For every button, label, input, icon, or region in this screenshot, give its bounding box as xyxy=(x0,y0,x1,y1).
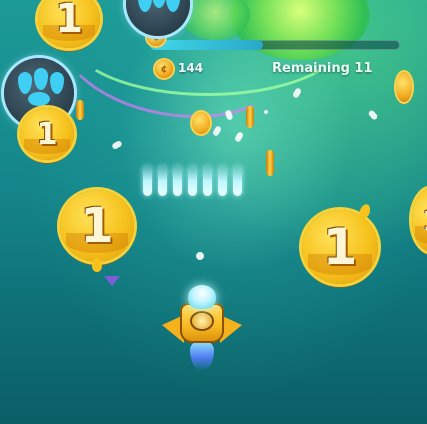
claw-icon xyxy=(18,72,32,94)
engine-flame xyxy=(190,341,214,371)
bullet xyxy=(173,166,182,196)
spark xyxy=(367,109,379,121)
claw-icon xyxy=(28,92,50,106)
level-progress-fill xyxy=(150,40,263,50)
ship-window xyxy=(192,313,212,329)
claw-icon xyxy=(166,0,180,12)
spark xyxy=(211,125,223,137)
game-stage[interactable]: ¢ ¢ 144 Remaining 11 1 1 1 1 1 xyxy=(0,0,427,424)
bullet xyxy=(203,166,212,196)
enemy-hp-label: 1 xyxy=(322,218,358,276)
claw-icon xyxy=(138,0,152,12)
enemy-coin: 1 xyxy=(60,190,134,262)
gold-drip xyxy=(92,258,102,272)
purple-marker xyxy=(104,276,120,286)
enemy-hp-label: 1 xyxy=(422,204,427,237)
enemy-hp-label: 1 xyxy=(55,0,83,42)
claw-icon xyxy=(152,0,166,8)
spark xyxy=(263,109,269,115)
bullet xyxy=(188,166,197,196)
claw-icon xyxy=(34,68,48,90)
coin-count: 144 xyxy=(178,61,204,75)
ship-dome xyxy=(188,285,216,309)
spark xyxy=(233,131,245,143)
enemy-hp-label: 1 xyxy=(36,116,58,152)
spark xyxy=(111,139,123,151)
enemy-coin: 1 xyxy=(20,108,74,160)
falling-coin xyxy=(246,106,254,128)
spark xyxy=(291,87,303,99)
falling-coin xyxy=(192,112,210,134)
enemy-coin: 1 xyxy=(302,210,378,284)
bullet xyxy=(158,166,167,196)
bullet xyxy=(143,166,152,196)
coin-icon: ¢ xyxy=(155,60,173,78)
player-ship[interactable] xyxy=(162,285,242,380)
enemy-hp-label: 1 xyxy=(80,198,114,254)
level-progress-bar xyxy=(150,40,400,50)
bullet xyxy=(233,166,242,196)
bullet xyxy=(218,166,227,196)
enemy-coin: 1 xyxy=(412,188,427,252)
spark xyxy=(194,250,206,262)
remaining-enemies-label: Remaining 11 xyxy=(272,61,373,76)
falling-coin xyxy=(76,100,84,120)
claw-icon xyxy=(50,72,64,94)
falling-coin xyxy=(396,72,412,102)
falling-coin xyxy=(266,150,274,176)
